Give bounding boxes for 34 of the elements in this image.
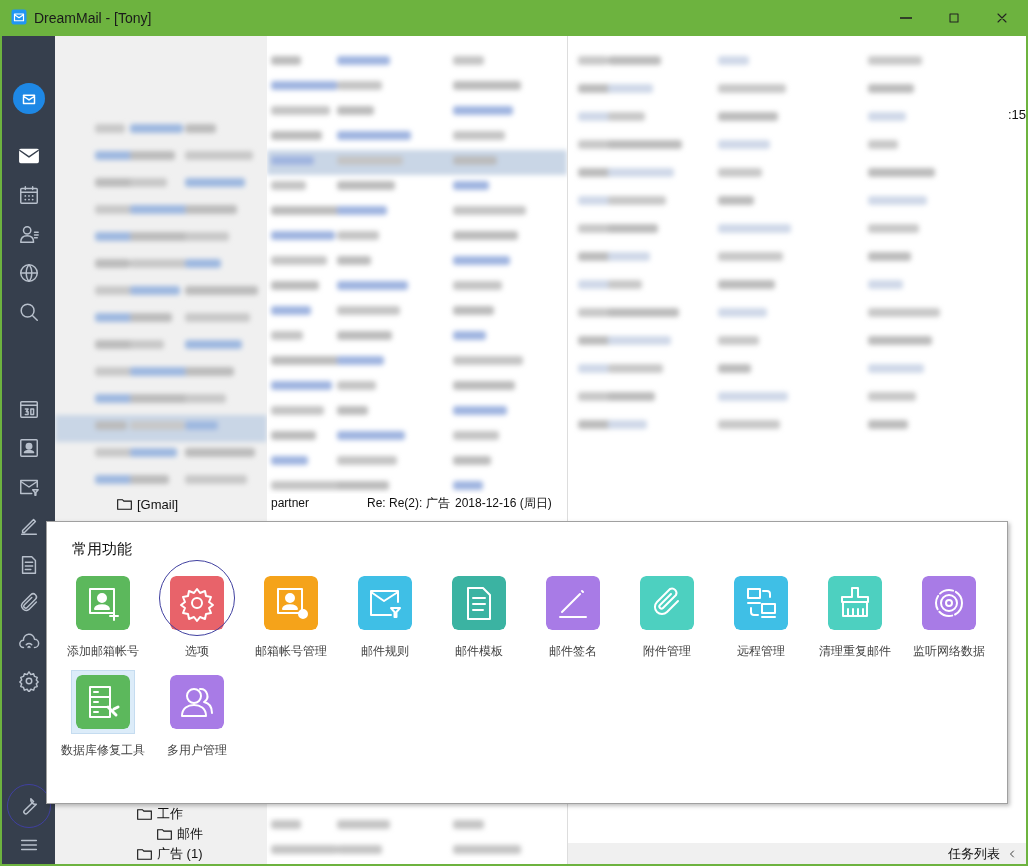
folder-icon bbox=[117, 498, 132, 510]
feature-button[interactable]: 选项 bbox=[165, 575, 229, 660]
calendar-icon bbox=[17, 184, 40, 207]
folder-item[interactable]: 邮件 bbox=[55, 824, 267, 844]
folder-icon bbox=[137, 848, 152, 860]
window-title: DreamMail - [Tony] bbox=[34, 10, 153, 26]
task-list-label[interactable]: 任务列表 bbox=[948, 844, 1000, 863]
globe-icon bbox=[17, 261, 40, 284]
search-icon bbox=[17, 300, 40, 323]
feature-button[interactable]: 多用户管理 bbox=[165, 674, 229, 759]
folder-item[interactable]: 广告 (1) bbox=[55, 844, 267, 864]
maximize-icon bbox=[946, 10, 962, 26]
app-logo-icon bbox=[10, 7, 28, 26]
message-row[interactable]: partner Re: Re(2): 广告 2018-12-16 (周日) bbox=[267, 494, 567, 512]
message-time: :15 bbox=[1007, 107, 1026, 122]
popup-title: 常用功能 bbox=[72, 540, 133, 559]
folder-icon bbox=[157, 828, 172, 840]
feature-button[interactable]: 远程管理 bbox=[729, 575, 793, 660]
settings-icon bbox=[17, 670, 40, 692]
folder-item[interactable]: 工作 bbox=[55, 804, 267, 824]
feature-button[interactable]: 邮件签名 bbox=[541, 575, 605, 660]
feature-button[interactable]: 清理重复邮件 bbox=[819, 575, 891, 660]
feature-button[interactable]: 附件管理 bbox=[635, 575, 699, 660]
feature-button[interactable]: 邮件规则 bbox=[353, 575, 417, 660]
contacts-icon bbox=[17, 223, 40, 245]
feature-button[interactable]: 监听网络数据 bbox=[913, 575, 985, 660]
feature-button[interactable]: 邮件模板 bbox=[447, 575, 511, 660]
folder-icon bbox=[137, 808, 152, 820]
calendar-icon bbox=[17, 398, 40, 421]
folder-item[interactable]: [Gmail] bbox=[55, 494, 267, 514]
contact-card-icon bbox=[17, 437, 40, 460]
feature-button[interactable]: 邮箱帐号管理 bbox=[255, 575, 327, 660]
feature-button[interactable]: 添加邮箱帐号 bbox=[67, 575, 139, 660]
minimize-icon bbox=[900, 17, 912, 19]
